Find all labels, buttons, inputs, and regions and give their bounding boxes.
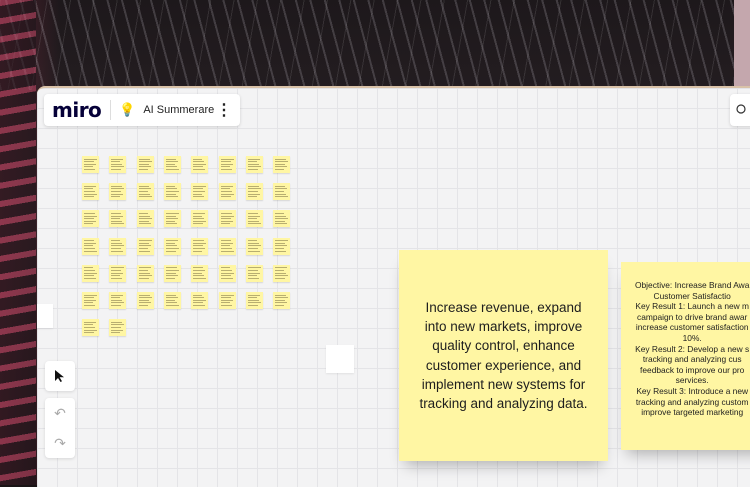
mini-sticky-note[interactable] (191, 156, 209, 173)
mini-sticky-note[interactable] (273, 156, 291, 173)
undo-redo-panel: ↶ ↷ (45, 398, 75, 458)
mini-sticky-note[interactable] (245, 292, 263, 309)
white-card-center[interactable] (326, 345, 354, 373)
mini-sticky-note[interactable] (163, 237, 181, 255)
mini-sticky-note[interactable] (218, 183, 236, 201)
mini-sticky-note[interactable] (136, 183, 154, 201)
mini-sticky-note[interactable] (136, 210, 154, 228)
mini-sticky-note[interactable] (218, 210, 236, 228)
mini-sticky-note[interactable] (163, 292, 181, 309)
sticky-note-summary[interactable]: Increase revenue, expand into new market… (399, 250, 608, 461)
mini-sticky-note[interactable] (82, 210, 99, 228)
mini-sticky-note[interactable] (109, 237, 127, 255)
top-right-control[interactable] (730, 94, 750, 126)
mini-sticky-note[interactable] (191, 292, 209, 309)
mini-sticky-note[interactable] (273, 237, 291, 255)
mini-sticky-note[interactable] (191, 210, 209, 228)
background-right-patch (734, 0, 750, 90)
board-header: miro 💡 AI Summerare ⋮ (44, 94, 240, 126)
mini-sticky-note[interactable] (82, 319, 99, 337)
background-left-strip (0, 0, 36, 485)
cursor-arrow-icon (55, 370, 64, 382)
clock-icon (736, 104, 746, 114)
mini-sticky-note[interactable] (109, 156, 127, 173)
select-tool-button[interactable] (45, 361, 75, 391)
mini-sticky-note[interactable] (109, 264, 127, 282)
sticky-note-okr-text: Objective: Increase Brand Awa Customer S… (635, 280, 750, 418)
miro-logo[interactable]: miro (52, 98, 102, 122)
board-name[interactable]: AI Summerare (143, 104, 214, 116)
miro-board-canvas[interactable]: miro 💡 AI Summerare ⋮ Increase revenue, … (37, 86, 750, 487)
mini-sticky-note[interactable] (136, 264, 154, 282)
mini-sticky-note[interactable] (136, 237, 154, 255)
mini-sticky-note[interactable] (218, 156, 236, 173)
background-texture (0, 0, 750, 90)
sticky-note-summary-text: Increase revenue, expand into new market… (419, 299, 588, 411)
mini-sticky-note[interactable] (109, 183, 127, 201)
mini-sticky-note[interactable] (136, 292, 154, 309)
lightbulb-icon: 💡 (119, 102, 136, 117)
more-options-icon[interactable]: ⋮ (216, 100, 232, 120)
undo-icon[interactable]: ↶ (54, 405, 66, 422)
mini-sticky-note[interactable] (191, 264, 209, 282)
mini-sticky-note[interactable] (273, 183, 291, 201)
mini-sticky-note[interactable] (218, 292, 236, 309)
mini-sticky-note[interactable] (82, 264, 99, 282)
mini-sticky-note[interactable] (109, 210, 127, 228)
redo-icon[interactable]: ↷ (54, 435, 66, 452)
sticky-note-okr[interactable]: Objective: Increase Brand Awa Customer S… (621, 262, 750, 450)
mini-sticky-note[interactable] (82, 183, 99, 201)
mini-sticky-note[interactable] (245, 237, 263, 255)
mini-sticky-note[interactable] (218, 264, 236, 282)
mini-sticky-note[interactable] (163, 264, 181, 282)
mini-sticky-note[interactable] (136, 156, 154, 173)
header-divider (110, 100, 112, 120)
mini-sticky-note[interactable] (163, 156, 181, 173)
mini-sticky-note[interactable] (109, 319, 127, 337)
mini-sticky-note[interactable] (82, 237, 99, 255)
mini-sticky-note[interactable] (218, 237, 236, 255)
mini-sticky-note[interactable] (273, 264, 291, 282)
mini-sticky-note[interactable] (273, 292, 291, 309)
mini-sticky-note[interactable] (109, 292, 127, 309)
mini-sticky-note[interactable] (191, 237, 209, 255)
mini-sticky-note[interactable] (245, 264, 263, 282)
mini-sticky-note[interactable] (82, 156, 99, 173)
white-card-left[interactable] (37, 304, 53, 328)
mini-sticky-note[interactable] (245, 210, 263, 228)
mini-sticky-note[interactable] (82, 292, 99, 309)
mini-sticky-note[interactable] (163, 210, 181, 228)
mini-sticky-note[interactable] (163, 183, 181, 201)
mini-sticky-note[interactable] (245, 183, 263, 201)
mini-sticky-note[interactable] (191, 183, 209, 201)
mini-sticky-note[interactable] (273, 210, 291, 228)
mini-sticky-note[interactable] (245, 156, 263, 173)
